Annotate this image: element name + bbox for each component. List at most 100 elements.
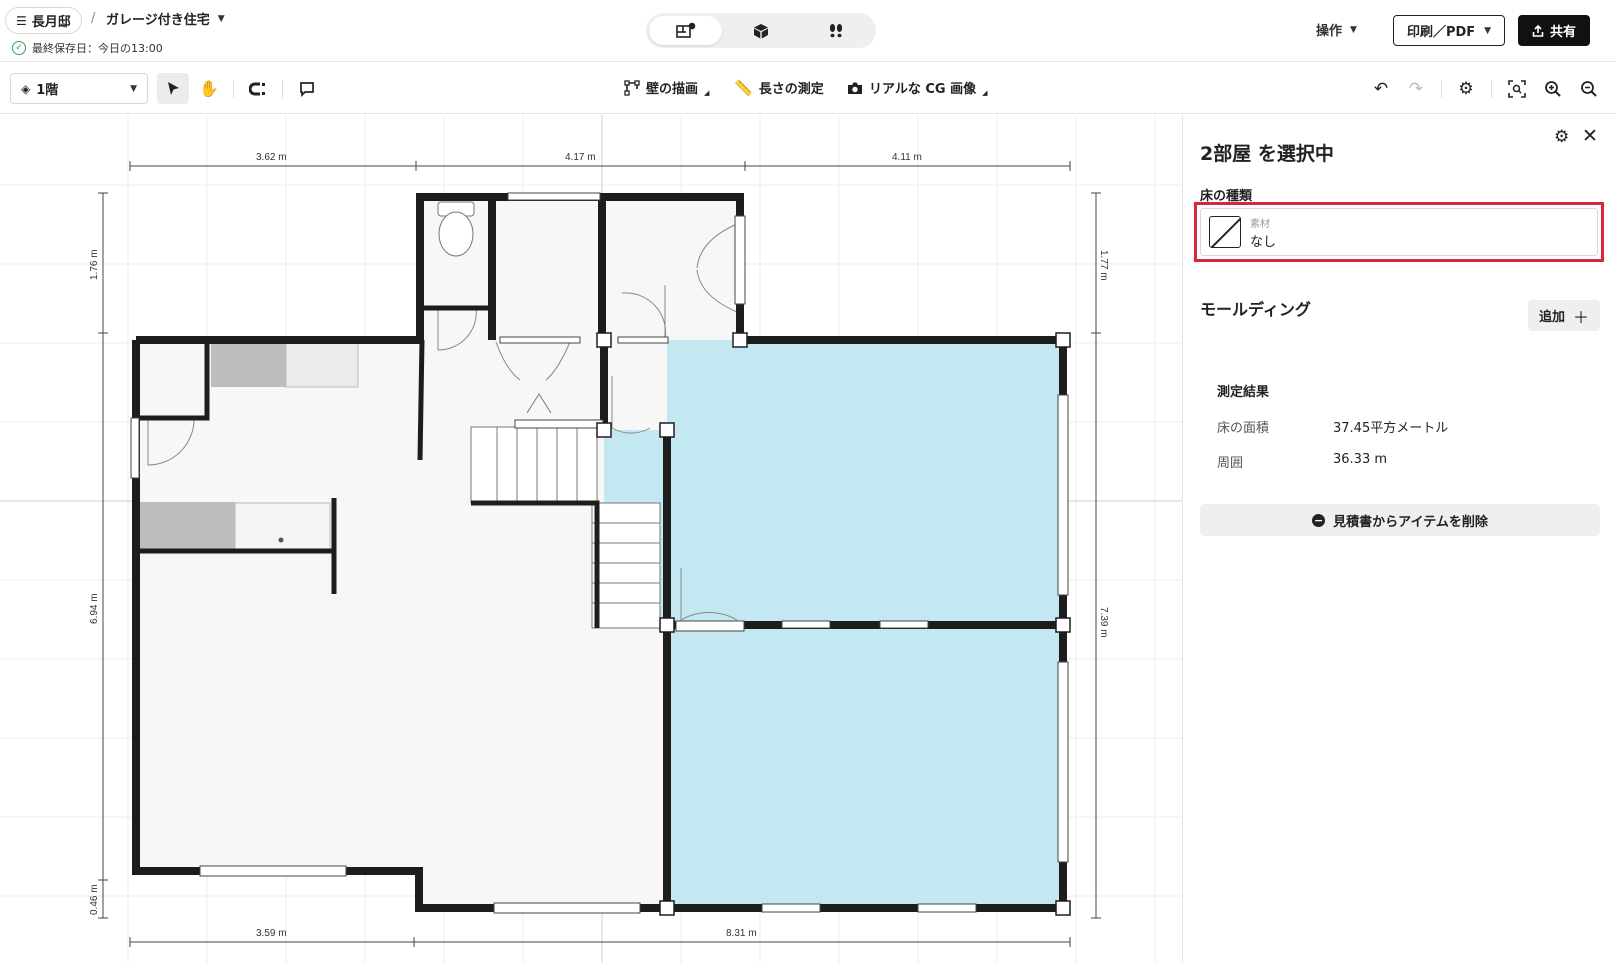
result-key: 周囲 <box>1217 456 1244 471</box>
hamburger-icon: ☰ <box>16 13 27 28</box>
plus-icon: ＋ <box>1573 307 1590 327</box>
ruler-icon: 📏 <box>734 78 753 97</box>
snap-tool[interactable] <box>242 73 274 104</box>
faucet <box>278 537 284 543</box>
render-tool[interactable]: リアルな CG 画像 ◢ <box>847 78 988 97</box>
operations-menu[interactable]: 操作 ▼ <box>1316 20 1357 39</box>
floor-selector[interactable]: ◈ 1階 ▼ <box>10 73 148 104</box>
minus-circle-icon: − <box>1312 513 1326 527</box>
gear-icon: ⚙ <box>1458 78 1474 99</box>
walkthrough-button[interactable] <box>800 16 873 45</box>
app-header: ☰ 長月邸 / ガレージ付き住宅 ▼ ✓ 最終保存日：今日の13:00 操作 ▼… <box>0 0 1615 62</box>
cursor-arrow-icon <box>168 81 179 95</box>
upload-icon <box>1532 24 1544 37</box>
dim-right-0: 1.77 m <box>1098 250 1109 281</box>
check-circle-icon: ✓ <box>12 41 26 55</box>
remove-from-estimate-button[interactable]: − 見積書からアイテムを削除 <box>1200 504 1600 536</box>
selected-room-lower[interactable] <box>667 625 1063 908</box>
corner-indicator-icon: ◢ <box>704 89 710 97</box>
dim-left-2: 0.46 m <box>89 884 100 915</box>
render-label: リアルな CG 画像 <box>869 82 977 97</box>
material-value: なし <box>1250 234 1277 250</box>
project-title: ガレージ付き住宅 <box>106 13 210 28</box>
toolbar-divider <box>1441 80 1442 98</box>
wall-draw-icon <box>624 79 640 96</box>
result-row: 周囲 36.33 m <box>1217 452 1387 471</box>
camera-icon <box>848 82 862 94</box>
dim-right-1: 7.39 m <box>1098 607 1109 638</box>
zoom-in-icon <box>1545 80 1561 97</box>
kitchen-counter[interactable] <box>211 340 286 387</box>
cube-3d-icon <box>753 23 768 38</box>
chevron-down-icon: ▼ <box>1484 25 1492 36</box>
sink-counter[interactable] <box>234 502 331 552</box>
material-picker[interactable]: 素材 なし <box>1200 208 1598 256</box>
close-icon: ✕ <box>1582 125 1598 147</box>
redo-icon: ↷ <box>1408 78 1424 99</box>
panel-settings-button[interactable]: ⚙ <box>1554 127 1569 147</box>
project-title-dropdown[interactable]: ガレージ付き住宅 ▼ <box>106 9 225 28</box>
undo-icon: ↶ <box>1373 78 1389 99</box>
corner-indicator-icon: ◢ <box>982 89 988 97</box>
undo-button[interactable]: ↶ <box>1366 73 1396 104</box>
no-material-icon <box>1209 216 1241 248</box>
save-status: ✓ 最終保存日：今日の13:00 <box>12 40 163 56</box>
chevron-down-icon: ▼ <box>217 13 225 24</box>
floorplan-drawing: 3.62 m 4.17 m 4.11 m 3.59 m 8.31 m 1.76 … <box>0 115 1182 963</box>
measure-tool[interactable]: 📏 長さの測定 <box>734 78 824 98</box>
layers-icon: ◈ <box>21 81 31 96</box>
magnet-icon <box>249 82 265 95</box>
draw-walls-tool[interactable]: 壁の描画 ◢ <box>624 78 709 97</box>
view-3d-button[interactable] <box>724 16 797 45</box>
floorplan-canvas[interactable]: 3.62 m 4.17 m 4.11 m 3.59 m 8.31 m 1.76 … <box>0 115 1182 963</box>
result-value: 36.33 m <box>1333 452 1388 467</box>
comment-tool[interactable] <box>291 73 323 104</box>
hall-floor <box>604 340 667 430</box>
print-pdf-button[interactable]: 印刷／PDF ▼ <box>1393 15 1505 46</box>
settings-button[interactable]: ⚙ <box>1451 73 1481 104</box>
zoom-in-button[interactable] <box>1538 73 1568 104</box>
dim-bottom-1: 8.31 m <box>726 928 757 939</box>
gear-icon: ⚙ <box>1554 127 1570 147</box>
toolbar-divider <box>1491 80 1492 98</box>
dim-bottom-0: 3.59 m <box>256 928 287 939</box>
select-tool[interactable] <box>157 73 189 104</box>
kitchen-island[interactable] <box>140 502 235 551</box>
save-status-text: 最終保存日：今日の13:00 <box>32 42 163 55</box>
project-owner-label: 長月邸 <box>31 15 71 30</box>
panel-close-button[interactable]: ✕ <box>1582 125 1598 147</box>
share-label: 共有 <box>1549 25 1576 40</box>
result-key: 床の面積 <box>1217 421 1270 436</box>
print-pdf-label: 印刷／PDF <box>1406 25 1476 40</box>
fit-view-button[interactable] <box>1502 73 1532 104</box>
selected-room-upper[interactable] <box>604 340 1063 625</box>
redo-button[interactable]: ↷ <box>1401 73 1431 104</box>
view-mode-switch <box>646 13 876 48</box>
floorplan-2d-icon <box>675 22 695 38</box>
zoom-out-icon <box>1581 80 1597 97</box>
molding-label: モールディング <box>1200 300 1311 319</box>
dim-left-0: 1.76 m <box>89 249 100 280</box>
fit-screen-icon <box>1508 79 1526 98</box>
chevron-down-icon: ▼ <box>1350 24 1357 35</box>
result-value: 37.45平方メートル <box>1333 421 1449 436</box>
view-2d-button[interactable] <box>649 16 723 45</box>
dim-top-1: 4.17 m <box>565 152 596 163</box>
dim-top-0: 3.62 m <box>256 152 287 163</box>
zoom-out-button[interactable] <box>1574 73 1604 104</box>
toilet[interactable] <box>437 201 475 257</box>
operations-label: 操作 <box>1316 24 1343 39</box>
project-menu-button[interactable]: ☰ 長月邸 <box>5 7 82 34</box>
share-button[interactable]: 共有 <box>1518 15 1590 46</box>
comment-icon <box>300 81 314 97</box>
editor-toolbar: ◈ 1階 ▼ ✋ 壁の描画 ◢ 📏 長さの測定 リアルな CG 画像 ◢ ↶ ↷… <box>0 62 1615 114</box>
results-title: 測定結果 <box>1217 385 1270 400</box>
toolbar-divider <box>282 80 283 98</box>
floor-label: 1階 <box>36 83 59 98</box>
result-row: 床の面積 37.45平方メートル <box>1217 417 1448 436</box>
hand-icon: ✋ <box>199 79 219 98</box>
add-molding-button[interactable]: 追加 ＋ <box>1528 300 1600 331</box>
kitchen-counter[interactable] <box>285 339 359 388</box>
measure-label: 長さの測定 <box>758 82 824 97</box>
pan-tool[interactable]: ✋ <box>193 73 225 104</box>
